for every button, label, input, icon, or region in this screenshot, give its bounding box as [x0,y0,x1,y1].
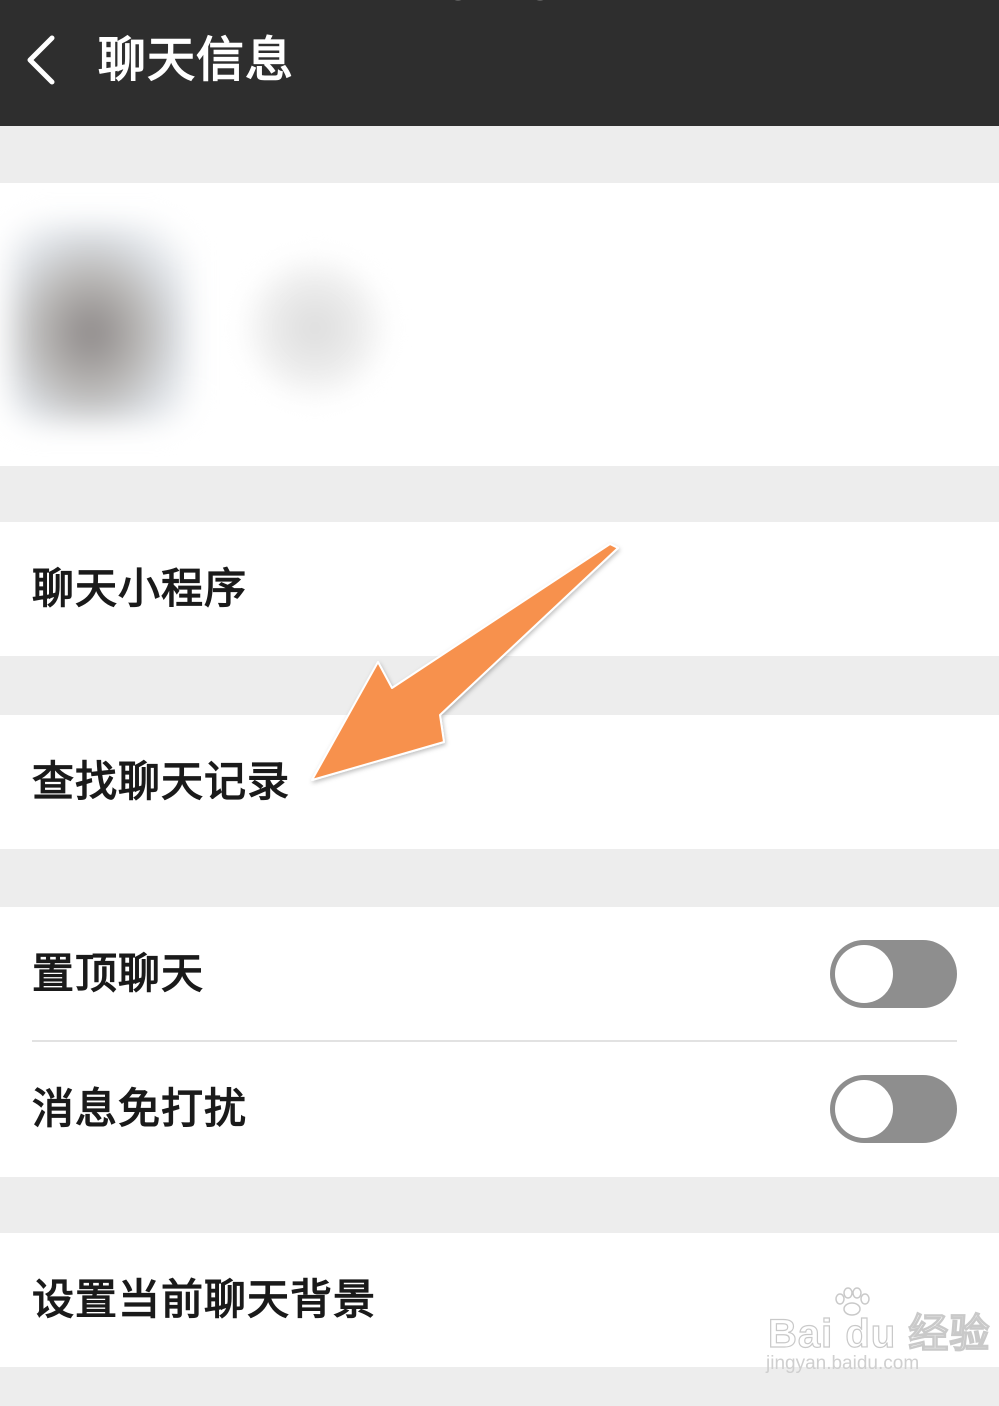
toggle-knob [835,1080,893,1138]
toggle-knob [835,945,893,1003]
mute-notifications-row: 消息免打扰 [0,1042,999,1176]
set-chat-background-label: 设置当前聊天背景 [32,1275,377,1324]
page-title: 聊天信息 [98,32,295,88]
title-bar: 聊天信息 [0,0,999,126]
back-arrow-icon[interactable] [22,30,72,90]
search-chat-history-label: 查找聊天记录 [32,757,291,806]
member-avatar-blurred[interactable] [10,223,190,423]
set-chat-background-row[interactable]: 设置当前聊天背景 [0,1233,999,1367]
sticky-chat-label: 置顶聊天 [32,949,205,998]
add-member-avatar-blurred[interactable] [245,258,385,398]
sticky-chat-row: 置顶聊天 [0,907,999,1041]
mute-notifications-toggle[interactable] [830,1075,957,1143]
mini-programs-label: 聊天小程序 [32,564,248,613]
member-avatars-section [0,183,999,466]
sticky-chat-toggle[interactable] [830,940,957,1008]
search-chat-history-row[interactable]: 查找聊天记录 [0,715,999,849]
mini-programs-row[interactable]: 聊天小程序 [0,522,999,656]
mute-notifications-label: 消息免打扰 [32,1084,248,1133]
status-bar-remnant [454,0,544,1]
toggle-settings-section: 置顶聊天 消息免打扰 [0,907,999,1177]
